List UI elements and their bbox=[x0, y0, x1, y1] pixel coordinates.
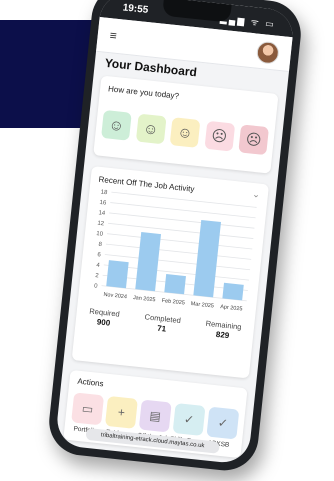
x-tick-label: Nov 2024 bbox=[103, 292, 127, 300]
bar-jan-2025[interactable] bbox=[135, 232, 162, 292]
chevron-down-icon[interactable]: ⌄ bbox=[252, 189, 261, 201]
bar-nov-2024[interactable] bbox=[106, 260, 129, 289]
x-tick-label: Apr 2025 bbox=[220, 304, 243, 312]
signal-wifi-battery-icon: ▂▄▆ ᯤ ▭ bbox=[219, 13, 277, 30]
x-tick-label: Jan 2025 bbox=[133, 295, 156, 303]
phone-screen: 19:55 ▂▄▆ ᯤ ▭ ≡ Your Dashboard How are y… bbox=[54, 0, 296, 465]
mood-options: ☺ ☺ ☺ ☹ ☹ bbox=[101, 109, 270, 156]
bar-feb-2025[interactable] bbox=[164, 274, 186, 295]
y-tick-label: 4 bbox=[96, 263, 101, 269]
activity-bar-chart: 0 2 4 6 8 10 12 14 16 18 Nov 2024 Jan 2025 Feb 2025 M… bbox=[94, 190, 257, 312]
very-sad-face-icon[interactable]: ☹ bbox=[238, 124, 270, 156]
status-time: 19:55 bbox=[122, 2, 149, 16]
y-tick-label: 10 bbox=[96, 231, 104, 238]
folder-icon: ▭ bbox=[71, 392, 105, 426]
stat-completed: Completed 71 bbox=[143, 312, 181, 335]
y-tick-label: 14 bbox=[98, 210, 106, 217]
avatar[interactable] bbox=[255, 40, 280, 65]
plus-icon: + bbox=[104, 395, 138, 429]
happy-face-icon[interactable]: ☺ bbox=[135, 113, 167, 145]
neutral-face-icon[interactable]: ☺ bbox=[169, 117, 201, 148]
bar-mar-2025[interactable] bbox=[193, 219, 222, 298]
actions-title: Actions bbox=[76, 376, 105, 389]
y-tick-label: 6 bbox=[97, 252, 102, 258]
x-tick-label: Mar 2025 bbox=[190, 301, 214, 309]
stat-remaining: Remaining 829 bbox=[204, 319, 242, 342]
y-tick-label: 2 bbox=[95, 273, 100, 279]
mood-card: How are you today? ☺ ☺ ☺ ☹ ☹ bbox=[93, 75, 279, 174]
bar-apr-2025[interactable] bbox=[222, 282, 244, 301]
y-tick-label: 8 bbox=[98, 242, 103, 248]
sad-face-icon[interactable]: ☹ bbox=[203, 120, 235, 152]
hamburger-menu-icon[interactable]: ≡ bbox=[109, 28, 117, 43]
document-icon: ▤ bbox=[138, 399, 172, 433]
check-circle-icon: ✓ bbox=[172, 403, 206, 437]
y-tick-label: 16 bbox=[99, 200, 107, 207]
activity-chart-card: Recent Off The Job Activity ⌄ 0 2 4 6 8 10 12 1… bbox=[71, 165, 270, 379]
x-tick-label: Feb 2025 bbox=[161, 298, 185, 306]
y-tick-label: 12 bbox=[97, 221, 105, 228]
y-tick-label: 18 bbox=[100, 190, 108, 197]
stat-value: 900 bbox=[96, 317, 111, 328]
stat-required: Required 900 bbox=[88, 307, 120, 329]
very-happy-face-icon[interactable]: ☺ bbox=[101, 109, 132, 141]
y-tick-label: 0 bbox=[94, 283, 99, 289]
check-badge-icon: ✓ bbox=[206, 406, 240, 440]
mood-question: How are you today? bbox=[107, 84, 180, 101]
